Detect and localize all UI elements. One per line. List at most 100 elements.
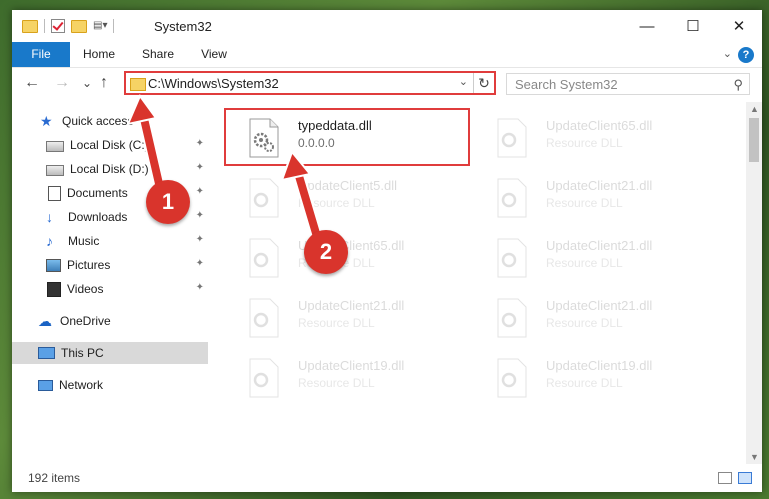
scroll-thumb[interactable] [749, 118, 759, 162]
back-button[interactable]: ← [24, 74, 40, 92]
sidebar-item-label: Local Disk (C:) [70, 138, 149, 152]
pin-icon[interactable]: ✦ [196, 186, 204, 197]
file-name: UpdateClient21.dll [546, 298, 653, 313]
download-icon: ↓ [46, 209, 53, 225]
help-icon[interactable]: ? [738, 47, 754, 63]
navigation-pane: ★ Quick access Local Disk (C:) ✦ Local D… [12, 102, 208, 464]
sidebar-item-network[interactable]: Network [12, 374, 208, 396]
quick-access-toolbar: ▤▾ [22, 18, 114, 33]
sidebar-item-videos[interactable]: Videos ✦ [12, 278, 208, 300]
file-name: UpdateClient19.dll [298, 358, 405, 373]
sidebar-item-music[interactable]: ♪ Music ✦ [12, 230, 208, 252]
scroll-up-icon[interactable]: ▲ [750, 104, 759, 114]
tab-view[interactable]: View [192, 42, 236, 67]
vertical-scrollbar[interactable]: ▲ ▼ [746, 102, 762, 464]
explorer-window: ▤▾ System32 — ☐ ✕ File Home Share View ⌄… [12, 10, 762, 492]
customize-toolbar-icon[interactable]: ▤▾ [93, 19, 107, 33]
folder-icon [22, 20, 38, 33]
sidebar-item-local-disk-c[interactable]: Local Disk (C:) ✦ [12, 134, 208, 156]
pc-icon [38, 347, 55, 359]
details-view-icon[interactable] [718, 472, 732, 484]
sidebar-item-label: Network [59, 378, 104, 392]
tab-home[interactable]: Home [74, 42, 124, 67]
ribbon-tabs: File Home Share View ⌄ ? [12, 42, 762, 68]
network-icon [38, 379, 53, 391]
pin-icon[interactable]: ✦ [196, 282, 204, 293]
file-item[interactable]: UpdateClient65.dll Resource DLL [236, 228, 472, 284]
file-highlight-box [224, 108, 470, 166]
forward-button[interactable]: → [54, 74, 70, 92]
file-item[interactable]: UpdateClient21.dll Resource DLL [484, 168, 720, 224]
dll-file-icon [497, 238, 527, 278]
pin-icon[interactable]: ✦ [196, 258, 204, 269]
search-input[interactable]: Search System32 ⚲ [506, 73, 750, 95]
videos-icon [47, 281, 61, 297]
file-item[interactable]: UpdateClient19.dll Resource DLL [484, 348, 720, 404]
title-bar: ▤▾ System32 — ☐ ✕ [12, 10, 762, 42]
sidebar-item-onedrive[interactable]: ☁ OneDrive [12, 310, 208, 332]
new-folder-icon[interactable] [71, 20, 87, 33]
callout-step-2: 2 [304, 230, 348, 274]
expand-ribbon-icon[interactable]: ⌄ [723, 47, 732, 60]
dll-file-icon [497, 298, 527, 338]
dll-file-icon [497, 178, 527, 218]
sidebar-item-this-pc[interactable]: This PC [12, 342, 208, 364]
recent-locations-button[interactable]: ⌄ [82, 76, 92, 90]
minimize-button[interactable]: — [624, 10, 670, 42]
large-icons-view-icon[interactable] [738, 472, 752, 484]
sidebar-item-label: Quick access [62, 114, 134, 128]
sidebar-item-label: Documents [67, 186, 128, 200]
file-item[interactable]: UpdateClient21.dll Resource DLL [484, 228, 720, 284]
close-button[interactable]: ✕ [716, 10, 762, 42]
file-description: Resource DLL [298, 316, 375, 330]
sidebar-item-quick-access[interactable]: ★ Quick access [12, 110, 208, 132]
pin-icon[interactable]: ✦ [196, 162, 204, 173]
sidebar-item-label: Pictures [67, 258, 111, 272]
folder-icon [130, 78, 146, 91]
dll-file-icon [249, 178, 279, 218]
sidebar-item-local-disk-d[interactable]: Local Disk (D:) ✦ [12, 158, 208, 180]
sidebar-item-label: Music [68, 234, 100, 248]
file-description: Resource DLL [298, 196, 375, 210]
tab-share[interactable]: Share [136, 42, 180, 67]
up-button[interactable]: ↑ [100, 74, 108, 92]
pin-icon[interactable]: ✦ [196, 138, 204, 149]
address-text[interactable]: C:\Windows\System32 [148, 76, 279, 91]
scroll-down-icon[interactable]: ▼ [750, 452, 759, 462]
file-item[interactable]: UpdateClient65.dll Resource DLL [484, 108, 720, 164]
file-item[interactable]: UpdateClient21.dll Resource DLL [236, 288, 472, 344]
file-name: UpdateClient21.dll [298, 298, 405, 313]
file-item[interactable]: UpdateClient21.dll Resource DLL [484, 288, 720, 344]
properties-icon[interactable] [51, 18, 65, 33]
search-icon[interactable]: ⚲ [733, 77, 743, 93]
callout-step-1: 1 [146, 180, 190, 224]
sidebar-item-label: Local Disk (D:) [70, 162, 149, 176]
file-name: UpdateClient21.dll [546, 178, 653, 193]
file-description: Resource DLL [546, 196, 623, 210]
pictures-icon [46, 258, 61, 272]
pin-icon[interactable]: ✦ [196, 234, 204, 245]
address-bar[interactable]: C:\Windows\System32 ⌄ ↻ [124, 71, 496, 95]
file-item[interactable]: UpdateClient5.dll Resource DLL [236, 168, 472, 224]
item-count: 192 items [28, 471, 81, 485]
file-description: Resource DLL [546, 256, 623, 270]
sidebar-item-label: Downloads [68, 210, 128, 224]
cloud-icon: ☁ [38, 313, 52, 329]
file-item[interactable]: UpdateClient19.dll Resource DLL [236, 348, 472, 404]
dll-file-icon [497, 118, 527, 158]
pin-icon[interactable]: ✦ [196, 210, 204, 221]
sidebar-item-label: Videos [67, 282, 104, 296]
divider [113, 18, 114, 33]
refresh-button[interactable]: ↻ [473, 73, 494, 93]
music-icon: ♪ [46, 233, 53, 249]
file-description: Resource DLL [546, 376, 623, 390]
navigation-bar: ← → ⌄ ↑ C:\Windows\System32 ⌄ ↻ Search S… [12, 68, 762, 100]
sidebar-item-pictures[interactable]: Pictures ✦ [12, 254, 208, 276]
sidebar-item-label: This PC [61, 346, 104, 360]
dll-file-icon [497, 358, 527, 398]
maximize-button[interactable]: ☐ [670, 10, 716, 42]
drive-icon [46, 141, 64, 152]
address-history-chevron-icon[interactable]: ⌄ [459, 75, 468, 88]
tab-file[interactable]: File [12, 42, 70, 67]
file-name: UpdateClient5.dll [298, 178, 398, 193]
